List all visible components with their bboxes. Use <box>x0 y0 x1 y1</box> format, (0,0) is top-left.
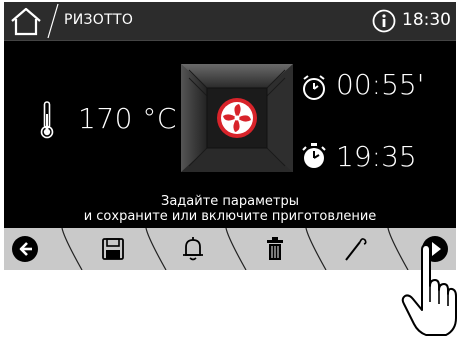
end-time-icon <box>302 143 326 168</box>
temperature-value[interactable]: 170 °C <box>78 102 177 135</box>
instruction-line-1: Задайте параметры <box>161 194 299 209</box>
toolbar-divider <box>305 228 327 270</box>
back-icon[interactable] <box>10 234 40 264</box>
end-time-value[interactable]: 19:35 <box>336 140 417 173</box>
timer-icon <box>303 75 325 100</box>
trash-icon[interactable] <box>260 234 290 264</box>
oven-display: РИЗОТТО 18:30 170 °C 00:55' 19:35 Задайт… <box>4 2 456 270</box>
info-icon[interactable] <box>372 9 396 33</box>
bottom-toolbar <box>4 228 456 270</box>
oven-cavity-graphic[interactable] <box>181 64 293 172</box>
clock: 18:30 <box>402 10 451 30</box>
cooking-duration[interactable]: 00:55' <box>336 68 424 101</box>
save-icon[interactable] <box>98 234 128 264</box>
header-bar: РИЗОТТО 18:30 <box>4 2 456 41</box>
toolbar-divider <box>61 228 83 270</box>
toolbar-divider <box>145 228 167 270</box>
thermometer-icon <box>40 101 54 139</box>
hand-cursor-icon <box>401 244 457 336</box>
bell-icon[interactable] <box>178 234 208 264</box>
home-icon[interactable] <box>8 5 44 37</box>
fan-icon <box>217 98 257 138</box>
header-divider <box>47 3 59 39</box>
instruction-line-2: и сохраните или включите приготовление <box>83 209 377 224</box>
probe-icon[interactable] <box>340 234 370 264</box>
page-title: РИЗОТТО <box>64 12 134 28</box>
toolbar-divider <box>225 228 247 270</box>
